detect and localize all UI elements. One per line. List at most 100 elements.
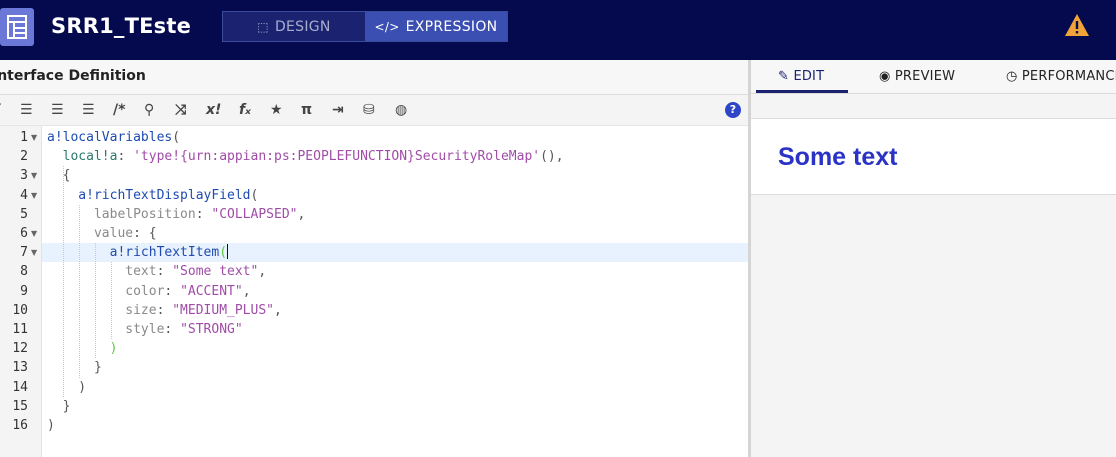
- code-line[interactable]: ): [42, 378, 748, 397]
- code-token: }: [47, 398, 71, 414]
- design-mode-button[interactable]: ⬚ DESIGN: [223, 12, 365, 41]
- code-token: a!richTextItem: [47, 245, 220, 261]
- line-number: 2: [20, 149, 28, 165]
- shuffle-icon[interactable]: ⤨: [175, 102, 186, 118]
- expression-editor-panel: Interface Definition ⁄ ☰ ☰ ☰ /* ⚲ ⤨ x! f…: [0, 60, 748, 457]
- tab-edit-label: EDIT: [793, 69, 825, 84]
- help-icon[interactable]: ?: [725, 102, 741, 118]
- fold-arrow-icon[interactable]: ▼: [31, 243, 37, 262]
- code-line[interactable]: a!richTextItem(: [42, 243, 748, 263]
- code-line[interactable]: ): [42, 416, 748, 435]
- line-number: 3: [20, 168, 28, 184]
- export-icon[interactable]: ⇥: [332, 102, 344, 118]
- indent-guide: [63, 166, 64, 397]
- fold-arrow-icon[interactable]: ▼: [31, 224, 37, 243]
- list-icon[interactable]: ☰: [82, 102, 95, 118]
- tab-preview[interactable]: ◉ PREVIEW: [879, 69, 955, 84]
- code-editor[interactable]: a!localVariables( local!a: 'type!{urn:ap…: [42, 126, 748, 457]
- line-number: 12: [12, 341, 28, 357]
- code-line[interactable]: text: "Some text",: [42, 262, 748, 281]
- code-token: :: [164, 283, 181, 299]
- outdent-icon[interactable]: ☰: [20, 102, 33, 118]
- line-number: 14: [12, 379, 28, 395]
- code-token: "COLLAPSED": [211, 206, 298, 222]
- code-line[interactable]: }: [42, 397, 748, 416]
- app-title: SRR1_TEste: [51, 14, 192, 38]
- tab-edit[interactable]: ✎ EDIT: [778, 69, 824, 84]
- code-token: ,: [258, 264, 267, 280]
- eye-icon: ◉: [879, 69, 891, 84]
- code-line[interactable]: style: "STRONG": [42, 320, 748, 339]
- code-token: (: [172, 130, 181, 145]
- code-line[interactable]: {: [42, 166, 748, 185]
- code-token: ): [47, 418, 55, 433]
- code-line[interactable]: a!richTextDisplayField(: [42, 186, 748, 205]
- code-token: :: [156, 264, 173, 280]
- function-icon[interactable]: fₓ: [239, 102, 251, 118]
- editor-toolbar: ⁄ ☰ ☰ ☰ /* ⚲ ⤨ x! fₓ ★ π ⇥ ⛁ ◍ ?: [0, 94, 748, 126]
- exclamation-icon[interactable]: x!: [206, 102, 221, 118]
- code-line[interactable]: value: {: [42, 224, 748, 243]
- code-token: ): [47, 341, 118, 357]
- code-line[interactable]: }: [42, 358, 748, 377]
- code-token: ): [47, 379, 87, 395]
- line-number: 11: [12, 322, 28, 337]
- code-token: (: [219, 245, 228, 261]
- fold-arrow-icon[interactable]: ▼: [31, 186, 37, 205]
- fold-arrow-icon[interactable]: ▼: [31, 166, 37, 185]
- rich-text-preview: Some text: [751, 118, 1116, 195]
- search-icon[interactable]: ⚲: [144, 102, 154, 118]
- code-token: labelPosition: [47, 206, 196, 222]
- code-token: }: [47, 360, 102, 376]
- code-token: style: [47, 322, 165, 337]
- tab-performance[interactable]: ◷ PERFORMANCE: [1006, 69, 1116, 84]
- preview-rich-text: Some text: [778, 143, 898, 171]
- active-tab-indicator: [756, 90, 848, 93]
- code-token: 'type!{urn:appian:ps:PEOPLEFUNCTION}Secu…: [133, 149, 541, 165]
- line-number: 15: [12, 398, 28, 414]
- code-line[interactable]: color: "ACCENT",: [42, 282, 748, 301]
- section-title: Interface Definition: [0, 68, 146, 84]
- indent-icon[interactable]: ☰: [51, 102, 64, 118]
- comment-icon[interactable]: /*: [113, 102, 125, 118]
- code-token: :: [164, 322, 181, 337]
- code-token: ,: [297, 206, 306, 222]
- line-number: 1: [20, 130, 28, 145]
- code-token: "STRONG": [180, 322, 243, 337]
- line-number: 4: [20, 187, 28, 203]
- indent-guide: [111, 262, 112, 340]
- design-cursor-icon: ⬚: [257, 19, 269, 34]
- code-line[interactable]: labelPosition: "COLLAPSED",: [42, 205, 748, 224]
- code-token: :: [117, 149, 134, 165]
- code-token: : {: [133, 226, 157, 241]
- indent-guide: [79, 204, 80, 378]
- code-icon: </>: [374, 19, 400, 34]
- code-token: value: [47, 226, 134, 241]
- code-line[interactable]: ): [42, 339, 748, 358]
- code-token: :: [156, 302, 173, 318]
- code-line[interactable]: a!localVariables(: [42, 128, 748, 147]
- code-token: a!localVariables: [47, 130, 173, 145]
- line-number: 7: [20, 245, 28, 261]
- indent-guide: [95, 243, 96, 359]
- code-token: color: [47, 283, 165, 299]
- code-token: (: [250, 187, 259, 203]
- code-line[interactable]: size: "MEDIUM_PLUS",: [42, 301, 748, 320]
- preview-panel: ✎ EDIT ◉ PREVIEW ◷ PERFORMANCE Some text: [751, 60, 1116, 457]
- pi-icon[interactable]: π: [301, 102, 312, 118]
- code-token: ,: [242, 283, 251, 299]
- line-number: 10: [12, 302, 28, 318]
- star-icon[interactable]: ★: [270, 102, 283, 118]
- preview-tabs: ✎ EDIT ◉ PREVIEW ◷ PERFORMANCE: [751, 60, 1116, 94]
- code-token: ,: [273, 302, 282, 318]
- warning-icon[interactable]: [1064, 13, 1090, 37]
- line-number: 9: [20, 283, 28, 299]
- globe-icon[interactable]: ◍: [395, 102, 407, 118]
- code-line[interactable]: local!a: 'type!{urn:appian:ps:PEOPLEFUNC…: [42, 147, 748, 166]
- line-number-gutter: 1 ▼ 2 3 ▼ 4 ▼ 5 6 ▼ 7 ▼ 8 9 10 11 12 13 14 15 16: [0, 126, 42, 457]
- line-number: 6: [20, 226, 28, 241]
- code-token: "Some text": [172, 264, 259, 280]
- fold-arrow-icon[interactable]: ▼: [31, 128, 37, 147]
- database-icon[interactable]: ⛁: [363, 102, 375, 118]
- expression-mode-button[interactable]: </> EXPRESSION: [365, 12, 507, 41]
